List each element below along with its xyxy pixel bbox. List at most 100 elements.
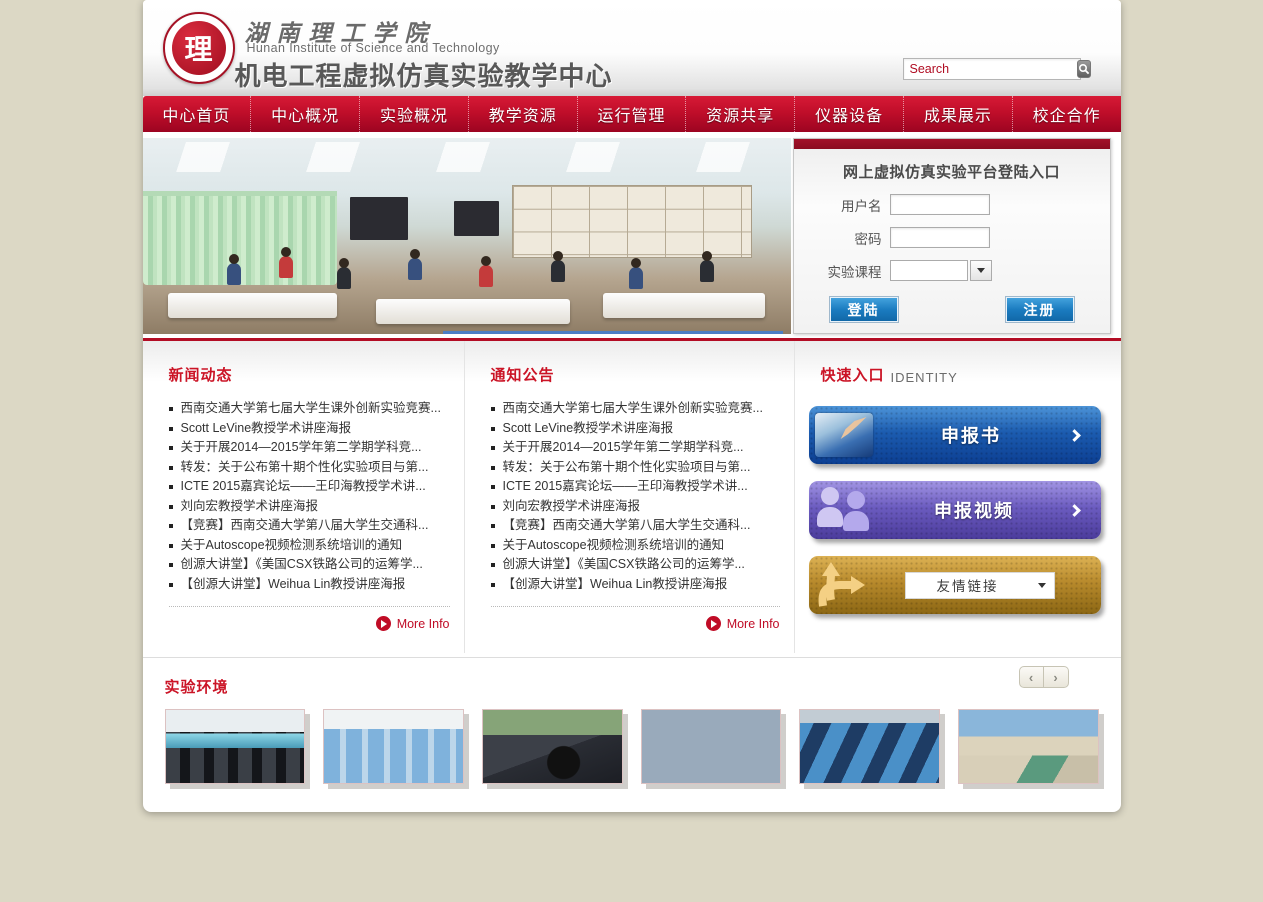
password-input[interactable] <box>890 227 990 248</box>
photo-display-cabinet <box>512 185 752 258</box>
nav-item-overview[interactable]: 中心概况 <box>250 96 359 132</box>
chevron-right-icon <box>1068 504 1081 517</box>
photo-ceiling-lights <box>177 142 757 172</box>
chevron-right-icon <box>1068 429 1081 442</box>
news-item[interactable]: 创源大讲堂】《美国CSX铁路公司的运筹学... <box>169 555 450 575</box>
news-more-label: More Info <box>397 617 450 631</box>
footer <box>0 812 1263 902</box>
people-icon <box>815 485 879 535</box>
password-label: 密码 <box>794 228 882 248</box>
nav-item-cooperation[interactable]: 校企合作 <box>1012 96 1121 132</box>
notice-item[interactable]: 关于Autoscope视频检测系统培训的通知 <box>491 536 780 556</box>
university-logo: 理 <box>163 12 235 84</box>
gallery-photo-computer-lab[interactable] <box>799 709 940 784</box>
search-button[interactable] <box>1077 60 1091 78</box>
login-panel: 网上虚拟仿真实验平台登陆入口 用户名 密码 实验课程 登陆 <box>793 138 1111 334</box>
quick-entry-column: 快速入口 IDENTITY 申报书 申报视频 <box>795 341 1121 653</box>
logo-seal: 理 <box>172 21 226 75</box>
news-item[interactable]: 刘向宏教授学术讲座海报 <box>169 497 450 517</box>
username-label: 用户名 <box>794 195 882 215</box>
photo-table <box>376 299 570 324</box>
news-item[interactable]: ICTE 2015嘉宾论坛——王印海教授学术讲... <box>169 477 450 497</box>
banner-slider-indicator <box>443 331 783 334</box>
news-list: 西南交通大学第七届大学生课外创新实验竞赛... Scott LeVine教授学术… <box>169 399 450 594</box>
nav-item-sharing[interactable]: 资源共享 <box>685 96 794 132</box>
search-icon <box>1078 63 1090 75</box>
notice-item[interactable]: 创源大讲堂】《美国CSX铁路公司的运筹学... <box>491 555 780 575</box>
gallery-prev-button[interactable]: ‹ <box>1019 666 1044 688</box>
site-title: 机电工程虚拟仿真实验教学中心 <box>235 56 613 93</box>
gallery-photo-train-model[interactable] <box>641 709 782 784</box>
course-select-dropdown-button[interactable] <box>970 260 992 281</box>
gallery-photo-control-room[interactable] <box>165 709 306 784</box>
notice-item[interactable]: 关于开展2014—2015学年第二学期学科竞... <box>491 438 780 458</box>
notice-item[interactable]: 转发：关于公布第十期个性化实验项目与第... <box>491 458 780 478</box>
course-select-value[interactable] <box>890 260 968 281</box>
gallery-photo-workstations[interactable] <box>958 709 1099 784</box>
chevron-down-icon <box>1038 583 1046 588</box>
news-item[interactable]: 关于开展2014—2015学年第二学期学科竞... <box>169 438 450 458</box>
application-video-button[interactable]: 申报视频 <box>809 481 1101 539</box>
notice-item[interactable]: 【创源大讲堂】Weihua Lin教授讲座海报 <box>491 575 780 595</box>
environment-section: 实验环境 ‹ › <box>143 657 1121 812</box>
nav-item-achievements[interactable]: 成果展示 <box>903 96 1012 132</box>
notice-item[interactable]: 西南交通大学第七届大学生课外创新实验竞赛... <box>491 399 780 419</box>
login-panel-title: 网上虚拟仿真实验平台登陆入口 <box>794 161 1110 182</box>
gallery <box>165 709 1099 784</box>
photo-board <box>350 197 408 240</box>
page-card: 理 湖南理工学院 Hunan Institute of Science and … <box>143 0 1121 812</box>
notice-item[interactable]: ICTE 2015嘉宾论坛——王印海教授学术讲... <box>491 477 780 497</box>
news-title: 新闻动态 <box>169 364 233 385</box>
university-name-en: Hunan Institute of Science and Technolog… <box>247 41 500 55</box>
notice-item[interactable]: 【竞赛】西南交通大学第八届大学生交通科... <box>491 516 780 536</box>
login-button[interactable]: 登陆 <box>830 297 898 322</box>
environment-title: 实验环境 <box>165 670 1099 697</box>
application-form-button[interactable]: 申报书 <box>809 406 1101 464</box>
friendly-links-dropdown-button[interactable] <box>1030 573 1054 598</box>
photo-table <box>603 293 765 318</box>
nav-item-equipment[interactable]: 仪器设备 <box>794 96 903 132</box>
notice-more-label: More Info <box>727 617 780 631</box>
friendly-links-label: 友情链接 <box>906 575 1030 595</box>
register-button[interactable]: 注册 <box>1006 297 1074 322</box>
photo-person <box>479 265 493 287</box>
branching-arrows-icon <box>817 562 865 608</box>
gallery-photo-driving-simulator[interactable] <box>482 709 623 784</box>
login-panel-topbar <box>794 139 1110 149</box>
username-input[interactable] <box>890 194 990 215</box>
main-nav: 中心首页 中心概况 实验概况 教学资源 运行管理 资源共享 仪器设备 成果展示 … <box>143 96 1121 132</box>
photo-person <box>337 267 351 289</box>
photo-person <box>551 260 565 282</box>
gallery-photo-lab-consoles[interactable] <box>323 709 464 784</box>
notice-list: 西南交通大学第七届大学生课外创新实验竞赛... Scott LeVine教授学术… <box>491 399 780 594</box>
nav-item-resources[interactable]: 教学资源 <box>468 96 577 132</box>
photo-board <box>454 201 499 236</box>
news-item[interactable]: 西南交通大学第七届大学生课外创新实验竞赛... <box>169 399 450 419</box>
search-box <box>903 58 1081 80</box>
play-icon <box>376 616 391 631</box>
application-form-label: 申报书 <box>873 422 1070 448</box>
main-content: 新闻动态 西南交通大学第七届大学生课外创新实验竞赛... Scott LeVin… <box>143 341 1121 653</box>
notice-column: 通知公告 西南交通大学第七届大学生课外创新实验竞赛... Scott LeVin… <box>465 341 795 653</box>
course-select[interactable] <box>890 260 992 281</box>
nav-item-operation[interactable]: 运行管理 <box>577 96 686 132</box>
nav-item-experiment[interactable]: 实验概况 <box>359 96 468 132</box>
news-item[interactable]: 转发：关于公布第十期个性化实验项目与第... <box>169 458 450 478</box>
application-video-label: 申报视频 <box>879 497 1070 523</box>
news-item[interactable]: 关于Autoscope视频检测系统培训的通知 <box>169 536 450 556</box>
notice-item[interactable]: 刘向宏教授学术讲座海报 <box>491 497 780 517</box>
nav-item-home[interactable]: 中心首页 <box>143 96 251 132</box>
news-item[interactable]: 【竞赛】西南交通大学第八届大学生交通科... <box>169 516 450 536</box>
search-input[interactable] <box>904 60 1077 78</box>
news-item[interactable]: 【创源大讲堂】Weihua Lin教授讲座海报 <box>169 575 450 595</box>
notice-more-link[interactable]: More Info <box>491 606 780 631</box>
news-more-link[interactable]: More Info <box>169 606 450 631</box>
gallery-next-button[interactable]: › <box>1044 666 1069 688</box>
photo-person <box>700 260 714 282</box>
banner: 网上虚拟仿真实验平台登陆入口 用户名 密码 实验课程 登陆 <box>143 138 1121 336</box>
quick-entry-title: 快速入口 <box>821 364 885 385</box>
news-item[interactable]: Scott LeVine教授学术讲座海报 <box>169 419 450 439</box>
photo-person <box>227 263 241 285</box>
notice-item[interactable]: Scott LeVine教授学术讲座海报 <box>491 419 780 439</box>
friendly-links-dropdown[interactable]: 友情链接 <box>905 572 1055 599</box>
